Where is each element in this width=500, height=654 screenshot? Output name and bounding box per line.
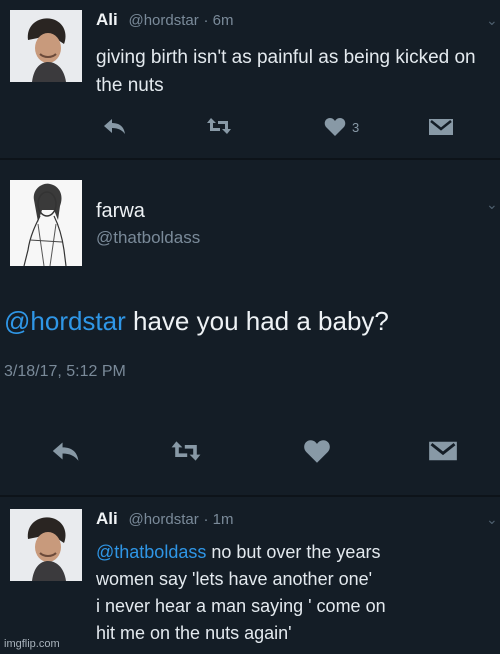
author-display-name[interactable]: farwa [96, 200, 145, 223]
tweet-timestamp: 3/18/17, 5:12 PM [4, 363, 126, 380]
mention-link[interactable]: @thatboldass [96, 542, 206, 562]
tweet-ali-2[interactable]: Ali @hordstar · 1m ⌄ @thatboldass no but… [0, 497, 500, 654]
like-button[interactable] [303, 439, 331, 464]
tweet-farwa[interactable]: farwa @thatboldass ⌄ @hordstar have you … [0, 160, 500, 495]
reply-button[interactable] [50, 440, 80, 462]
author-handle[interactable]: @hordstar [128, 12, 198, 29]
dm-icon [429, 119, 453, 135]
tweet-text-line: no but over the years [206, 542, 381, 562]
chevron-down-icon[interactable]: ⌄ [486, 196, 498, 213]
author-name[interactable]: Ali @hordstar · 6m [96, 10, 233, 30]
like-icon [304, 440, 330, 463]
tweet-line: women say 'lets have another one' [96, 569, 373, 589]
tweet-text: @thatboldass no but over the years women… [96, 539, 498, 647]
like-button[interactable]: 3 [324, 117, 359, 137]
tweet-line: i never hear a man saying ' come on [96, 596, 386, 616]
author-name[interactable]: Ali @hordstar · 1m [96, 509, 233, 529]
watermark: imgflip.com [4, 638, 60, 650]
chevron-down-icon[interactable]: ⌄ [486, 12, 498, 29]
author-display-name[interactable]: Ali [96, 509, 118, 528]
retweet-button[interactable] [170, 439, 202, 463]
reply-icon [52, 442, 79, 461]
like-icon [324, 118, 346, 136]
mention-link[interactable]: @hordstar [4, 306, 126, 336]
tweet-line: @thatboldass no but over the years [96, 539, 498, 566]
tweet-ali-1[interactable]: Ali @hordstar · 6m ⌄ giving birth isn't … [0, 0, 500, 158]
avatar[interactable] [10, 180, 82, 266]
retweet-icon [207, 118, 231, 134]
reply-button[interactable] [102, 117, 126, 135]
dm-button[interactable] [428, 440, 458, 462]
retweet-icon [171, 441, 201, 461]
tweet-text: giving birth isn't as painful as being k… [96, 47, 476, 96]
tweet-time: · 1m [203, 511, 234, 528]
retweet-button[interactable] [206, 116, 232, 136]
dm-icon [429, 441, 457, 461]
reply-icon [104, 119, 125, 134]
chevron-down-icon[interactable]: ⌄ [486, 511, 498, 528]
avatar[interactable] [10, 10, 82, 82]
author-handle[interactable]: @hordstar [128, 511, 198, 528]
tweet-line: hit me on the nuts again' [96, 623, 292, 643]
tweet-text: @hordstar have you had a baby? [4, 304, 494, 338]
like-count: 3 [352, 119, 360, 135]
tweet-time: · 6m [203, 12, 234, 29]
author-display-name[interactable]: Ali [96, 10, 118, 29]
tweet-text-body: have you had a baby? [125, 306, 389, 336]
dm-button[interactable] [428, 118, 454, 136]
author-handle[interactable]: @thatboldass [96, 228, 200, 248]
avatar[interactable] [10, 509, 82, 581]
